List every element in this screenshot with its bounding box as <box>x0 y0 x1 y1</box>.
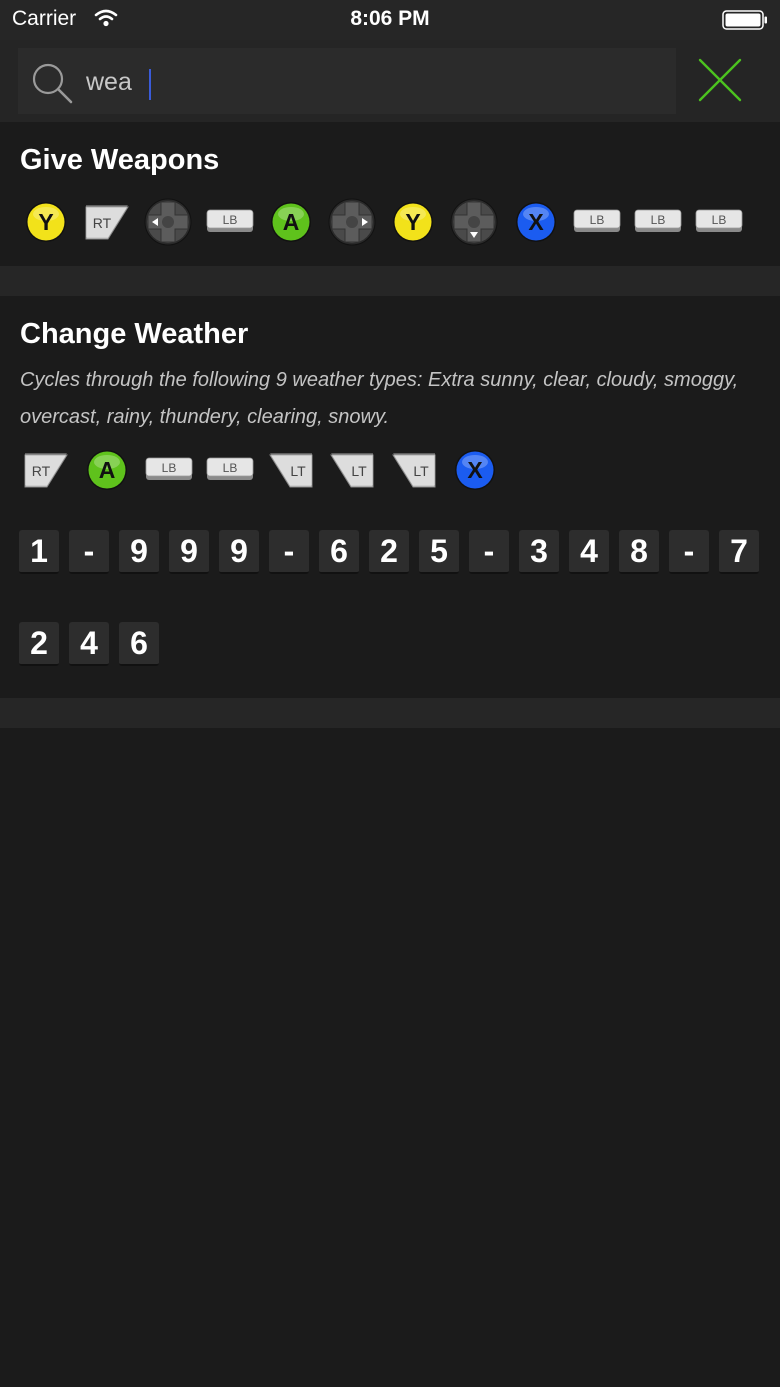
svg-text:A: A <box>99 457 116 483</box>
phone-digit-tile: 9 <box>169 530 209 574</box>
svg-text:LT: LT <box>413 463 429 479</box>
phone-number-row: 246 <box>19 622 169 666</box>
phone-digit-tile: 7 <box>719 530 759 574</box>
status-bar: Carrier 8:06 PM <box>0 0 780 40</box>
lt-trigger-icon: LT <box>267 446 315 494</box>
phone-digit-tile: 9 <box>219 530 259 574</box>
svg-text:RT: RT <box>32 463 51 479</box>
battery-icon <box>722 10 768 35</box>
phone-digit-tile: 6 <box>319 530 359 574</box>
svg-text:A: A <box>282 209 299 235</box>
lt-trigger-icon: LT <box>328 446 376 494</box>
a-button-icon: A <box>83 446 131 494</box>
phone-number-row: 1-999-625-348-7 <box>19 530 769 574</box>
lb-bumper-icon: LB <box>206 198 254 246</box>
x-button-icon: X <box>451 446 499 494</box>
cheat-card-give-weapons[interactable]: Give Weapons Y RT LB A Y X LB LB LB <box>0 122 780 266</box>
svg-text:LT: LT <box>291 463 307 479</box>
phone-digit-tile: 4 <box>569 530 609 574</box>
search-input[interactable]: wea <box>18 48 676 114</box>
lb-bumper-icon: LB <box>695 198 743 246</box>
svg-text:X: X <box>528 209 544 235</box>
phone-digit-tile: - <box>69 530 109 574</box>
dpad-down-icon <box>450 198 498 246</box>
dpad-left-icon <box>144 198 192 246</box>
clock: 8:06 PM <box>350 7 430 30</box>
cheat-title: Give Weapons <box>20 144 220 176</box>
phone-digit-tile: 1 <box>19 530 59 574</box>
phone-digit-tile: 5 <box>419 530 459 574</box>
svg-text:X: X <box>467 457 483 483</box>
phone-digit-tile: - <box>669 530 709 574</box>
svg-text:LT: LT <box>352 463 368 479</box>
phone-digit-tile: - <box>269 530 309 574</box>
separator <box>0 266 780 296</box>
dpad-right-icon <box>328 198 376 246</box>
text-caret <box>149 69 151 100</box>
rt-trigger-icon: RT <box>22 446 70 494</box>
svg-text:LB: LB <box>161 461 176 475</box>
button-sequence: RT A LB LB LT LT LT X <box>22 446 512 494</box>
svg-text:LB: LB <box>222 213 237 227</box>
svg-text:RT: RT <box>93 215 112 231</box>
phone-digit-tile: 2 <box>369 530 409 574</box>
separator <box>0 698 780 728</box>
a-button-icon: A <box>267 198 315 246</box>
search-query: wea <box>86 68 132 96</box>
svg-text:LB: LB <box>589 213 604 227</box>
phone-digit-tile: 2 <box>19 622 59 666</box>
app-root: Carrier 8:06 PM wea Give Weapons Y RT LB… <box>0 0 780 1387</box>
lb-bumper-icon: LB <box>206 446 254 494</box>
phone-digit-tile: - <box>469 530 509 574</box>
search-icon <box>30 61 76 112</box>
svg-text:LB: LB <box>651 213 666 227</box>
phone-digit-tile: 9 <box>119 530 159 574</box>
x-button-icon: X <box>512 198 560 246</box>
lb-bumper-icon: LB <box>634 198 682 246</box>
y-button-icon: Y <box>389 198 437 246</box>
phone-digit-tile: 8 <box>619 530 659 574</box>
close-icon <box>698 58 742 102</box>
cheat-title: Change Weather <box>20 318 249 350</box>
svg-text:Y: Y <box>38 209 53 235</box>
lt-trigger-icon: LT <box>390 446 438 494</box>
y-button-icon: Y <box>22 198 70 246</box>
svg-text:LB: LB <box>712 213 727 227</box>
phone-digit-tile: 6 <box>119 622 159 666</box>
search-bar: wea <box>0 40 780 122</box>
svg-text:Y: Y <box>405 209 420 235</box>
phone-digit-tile: 4 <box>69 622 109 666</box>
close-button[interactable] <box>690 50 750 110</box>
lb-bumper-icon: LB <box>573 198 621 246</box>
button-sequence: Y RT LB A Y X LB LB LB <box>22 198 756 246</box>
phone-digit-tile: 3 <box>519 530 559 574</box>
lb-bumper-icon: LB <box>145 446 193 494</box>
rt-trigger-icon: RT <box>83 198 131 246</box>
cheat-description: Cycles through the following 9 weather t… <box>20 369 739 428</box>
cheat-card-change-weather[interactable]: Change Weather Cycles through the follow… <box>0 296 780 698</box>
svg-text:LB: LB <box>223 461 238 475</box>
